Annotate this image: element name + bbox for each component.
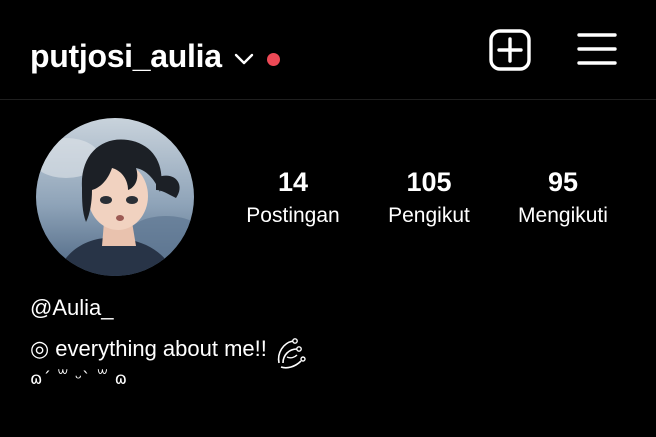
followers-label: Pengikut [388, 204, 470, 227]
posts-count: 14 [277, 167, 309, 197]
chevron-down-icon [234, 53, 253, 65]
profile-avatar[interactable] [36, 118, 194, 276]
create-post-button[interactable] [488, 28, 532, 72]
bio-text-1: ◎ everything about me!! [30, 336, 267, 361]
display-name: @Aulia_ [30, 295, 114, 320]
followers-count: 105 [406, 167, 452, 197]
hamburger-menu-icon [577, 33, 617, 65]
bio-line-1: ◎ everything about me!! [30, 325, 309, 373]
account-switcher[interactable]: putjosi_aulia [30, 32, 280, 80]
stat-posts[interactable]: 14 Postingan [223, 166, 363, 230]
stat-followers[interactable]: 105 Pengikut [359, 166, 499, 230]
swirl-flourish-icon [277, 338, 306, 369]
avatar-illustration [36, 118, 194, 276]
following-label: Mengikuti [518, 204, 608, 227]
following-count: 95 [547, 167, 579, 197]
posts-label: Postingan [246, 204, 340, 227]
username-title: putjosi_aulia [30, 37, 222, 74]
stat-following[interactable]: 95 Mengikuti [493, 166, 633, 230]
top-bar: putjosi_aulia [0, 0, 656, 100]
plus-square-icon [489, 29, 531, 71]
menu-button[interactable] [577, 30, 617, 70]
notification-dot [266, 52, 280, 66]
bio-line-2: ɷ´ ꒳ ᵕ` ꒳ ɷ [30, 369, 127, 389]
